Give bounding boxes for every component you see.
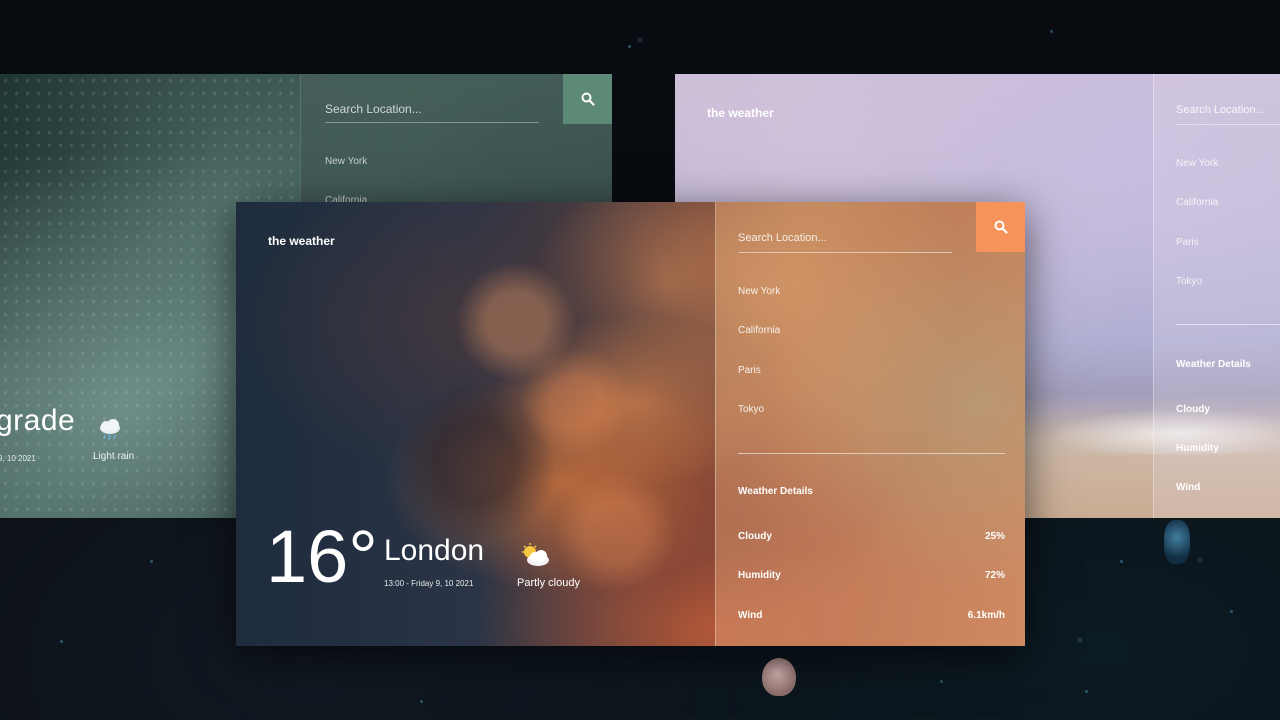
detail-row-wind: Wind 6.1km/h (738, 610, 1005, 621)
city-name: grade (0, 404, 76, 437)
city-option[interactable]: New York (325, 156, 367, 167)
date-text: 9, 10 2021 (0, 454, 36, 463)
search-input[interactable]: Search Location... (325, 102, 422, 116)
condition-text: Light rain (93, 451, 135, 462)
city-option[interactable]: New York (1176, 158, 1218, 169)
city-option[interactable]: Paris (1176, 237, 1199, 248)
search-underline (738, 252, 952, 253)
background-speck (1050, 30, 1053, 33)
city-option[interactable]: Tokyo (1176, 276, 1202, 287)
search-button[interactable] (976, 202, 1025, 252)
background-speck (628, 45, 631, 48)
search-underline (325, 122, 539, 123)
detail-value: 72% (984, 570, 1005, 581)
background-speck (1120, 560, 1123, 563)
search-icon (581, 92, 595, 106)
city-option[interactable]: California (738, 325, 780, 336)
partly-cloudy-icon (519, 542, 551, 573)
city-option[interactable]: California (1176, 197, 1218, 208)
search-icon (994, 220, 1008, 234)
search-underline (1176, 124, 1280, 125)
city-option[interactable]: New York (738, 286, 780, 297)
divider (1176, 324, 1280, 325)
search-button[interactable] (563, 74, 612, 124)
background-speck (1230, 610, 1233, 613)
city-option[interactable]: Paris (738, 365, 761, 376)
details-heading: Weather Details (738, 486, 813, 497)
background-speck (940, 680, 943, 683)
weather-card-main: the weather 16° London 13:00 - Friday 9,… (236, 202, 1025, 646)
city-name: London (384, 534, 485, 567)
rain-cloud-icon (96, 418, 124, 447)
background-speck (1085, 690, 1088, 693)
detail-value: 25% (984, 531, 1005, 542)
background-blob (762, 658, 796, 696)
search-input[interactable]: Search Location... (1176, 104, 1265, 116)
search-input[interactable]: Search Location... (738, 232, 827, 244)
background-speck (420, 700, 423, 703)
temperature: 16° (266, 515, 378, 598)
date-text: 13:00 - Friday 9, 10 2021 (384, 579, 474, 588)
detail-label: Wind (1176, 482, 1201, 493)
detail-row-humidity: Humidity 72% (738, 570, 1005, 581)
condition-text: Partly cloudy (517, 577, 580, 589)
city-option[interactable]: Tokyo (738, 404, 764, 415)
detail-label: Cloudy (1176, 404, 1210, 415)
side-panel: Search Location... New York California P… (715, 202, 1025, 646)
detail-label: Cloudy (738, 531, 772, 542)
background-blob (1164, 520, 1190, 564)
background-speck (60, 640, 63, 643)
app-title: the weather (707, 106, 774, 120)
background-speck (150, 560, 153, 563)
app-title: the weather (268, 234, 335, 248)
detail-value: 6.1km/h (967, 610, 1005, 621)
divider (738, 453, 1005, 454)
details-heading: Weather Details (1176, 359, 1251, 370)
side-panel: Search Location... New York California P… (1153, 74, 1280, 518)
detail-label: Humidity (738, 570, 781, 581)
detail-label: Humidity (1176, 443, 1219, 454)
detail-row-cloudy: Cloudy 25% (738, 531, 1005, 542)
detail-label: Wind (738, 610, 763, 621)
